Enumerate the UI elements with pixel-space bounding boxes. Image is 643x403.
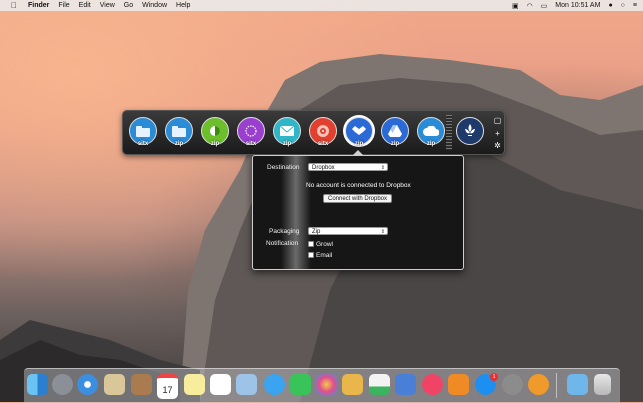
toolbar-button-label: zip	[210, 141, 220, 147]
growl-label: Growl	[316, 241, 333, 248]
ibooks-icon[interactable]	[448, 374, 469, 395]
compression-toolbar: sitx zip zip sitx zip sitx zip zip zip ▢…	[122, 110, 505, 155]
panel-pointer	[352, 150, 364, 156]
dock-separator	[556, 373, 557, 398]
toolbar-button-label: sitx	[137, 141, 149, 147]
toolbar-button-zip-dropbox[interactable]: zip	[344, 117, 374, 153]
calendar-icon[interactable]: 17	[157, 374, 178, 399]
trash-icon[interactable]	[594, 374, 611, 395]
spotlight-search-icon[interactable]: ○	[621, 2, 625, 9]
notes-icon[interactable]	[184, 374, 205, 395]
finder-icon[interactable]	[27, 374, 48, 395]
email-label: Email	[316, 252, 333, 259]
screen-mirror-icon[interactable]: ▣	[512, 2, 519, 10]
user-icon[interactable]: ●	[608, 2, 612, 9]
connect-dropbox-button[interactable]: Connect with Dropbox	[323, 194, 392, 203]
toolbar-button-label: zip	[282, 141, 292, 147]
toolbar-button-zip-green[interactable]: zip	[200, 117, 230, 153]
toolbar-button-zip-mail[interactable]: zip	[272, 117, 302, 153]
notification-center-icon[interactable]: ≡	[633, 2, 637, 9]
toolbar-button-sitx-disc[interactable]: sitx	[308, 117, 338, 153]
toolbar-button-label: sitx	[317, 141, 329, 147]
chevron-updown-icon: ⇕	[380, 229, 385, 235]
growl-checkbox[interactable]	[308, 241, 314, 247]
toolbar-button-zip-cloud[interactable]: zip	[416, 117, 446, 153]
facetime-icon[interactable]	[290, 374, 311, 395]
toolbar-button-label: zip	[354, 141, 364, 147]
apple-menu-icon[interactable]: 	[8, 1, 20, 10]
toolbar-button-zip-folder[interactable]: zip	[164, 117, 194, 153]
destination-select[interactable]: Dropbox ⇕	[308, 163, 388, 171]
keynote-icon[interactable]	[395, 374, 416, 395]
add-icon[interactable]: +	[493, 129, 502, 138]
menu-help[interactable]: Help	[176, 2, 190, 9]
toolbar-button-sitx-folder[interactable]: sitx	[128, 117, 158, 153]
menu-view[interactable]: View	[100, 2, 115, 9]
wifi-icon[interactable]: ◠	[527, 2, 533, 10]
panel-decoration	[281, 156, 311, 269]
clock[interactable]: Mon 10:51 AM	[555, 2, 600, 9]
messages-icon[interactable]	[264, 374, 285, 395]
menu-bar:  Finder File Edit View Go Window Help ▣…	[0, 0, 643, 11]
downloads-folder-icon[interactable]	[567, 374, 588, 395]
toolbar-button-sitx-purple[interactable]: sitx	[236, 117, 266, 153]
packaging-value: Zip	[312, 229, 321, 235]
menu-edit[interactable]: Edit	[79, 2, 91, 9]
app-store-badge: 1	[490, 373, 498, 381]
itunes-icon[interactable]	[422, 374, 443, 395]
pages-icon[interactable]	[342, 374, 363, 395]
toolbar-button-label: zip	[426, 141, 436, 147]
toolbar-button-label: sitx	[245, 141, 257, 147]
archiver-app-icon[interactable]	[528, 374, 549, 395]
numbers-icon[interactable]	[369, 374, 390, 395]
menu-app-name[interactable]: Finder	[28, 2, 49, 9]
photos-icon[interactable]	[316, 374, 337, 395]
system-preferences-icon[interactable]	[502, 374, 523, 395]
toolbar-button-label: zip	[390, 141, 400, 147]
dock: 17 1	[24, 368, 620, 403]
mail-stamp-icon[interactable]	[104, 374, 125, 395]
email-checkbox[interactable]	[308, 252, 314, 258]
toolbar-button-app-logo[interactable]	[455, 117, 485, 153]
packaging-label: Packaging	[269, 228, 300, 235]
destination-value: Dropbox	[312, 165, 335, 171]
gear-icon[interactable]: ✲	[493, 141, 502, 150]
chevron-updown-icon: ⇕	[380, 165, 385, 171]
menu-window[interactable]: Window	[142, 2, 167, 9]
account-message: No account is connected to Dropbox	[306, 182, 411, 189]
contacts-icon[interactable]	[131, 374, 152, 395]
menu-go[interactable]: Go	[124, 2, 133, 9]
lock-icon[interactable]: ▢	[493, 116, 502, 125]
battery-icon[interactable]: ▭	[541, 2, 548, 10]
safari-icon[interactable]	[77, 374, 98, 395]
toolbar-divider	[446, 115, 452, 150]
calendar-day: 17	[162, 385, 173, 395]
notification-label: Notification	[266, 240, 299, 247]
maps-icon[interactable]	[236, 374, 257, 395]
toolbar-button-zip-drive[interactable]: zip	[380, 117, 410, 153]
toolbar-button-label: zip	[174, 141, 184, 147]
destination-label: Destination	[267, 164, 300, 171]
reminders-icon[interactable]	[210, 374, 231, 395]
packaging-select[interactable]: Zip ⇕	[308, 227, 388, 235]
destination-panel: Destination Dropbox ⇕ No account is conn…	[252, 150, 464, 270]
launchpad-icon[interactable]	[52, 374, 73, 395]
fleur-icon	[456, 117, 484, 145]
menu-file[interactable]: File	[58, 2, 69, 9]
